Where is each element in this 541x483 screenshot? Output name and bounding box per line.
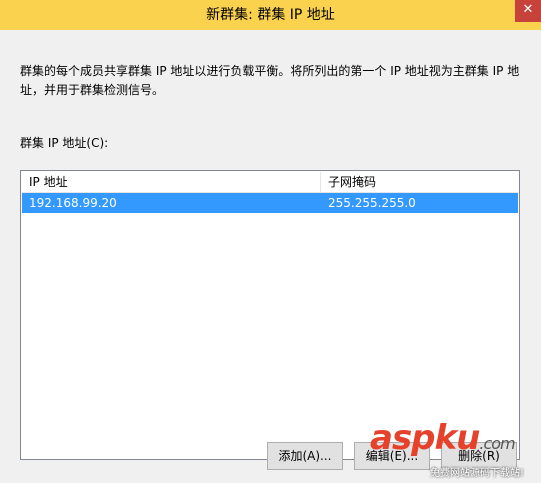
description-text: 群集的每个成员共享群集 IP 地址以进行负载平衡。将所列出的第一个 IP 地址视… — [20, 64, 520, 97]
column-header-mask[interactable]: 子网掩码 — [321, 172, 519, 192]
list-row[interactable]: 192.168.99.20 255.255.255.0 — [22, 193, 518, 213]
remove-button[interactable]: 删除(R) — [441, 442, 517, 470]
close-button[interactable]: ✕ — [515, 0, 541, 22]
cell-ip: 192.168.99.20 — [29, 196, 117, 210]
cell-mask: 255.255.255.0 — [328, 196, 416, 210]
dialog-content: 群集的每个成员共享群集 IP 地址以进行负载平衡。将所列出的第一个 IP 地址视… — [0, 30, 541, 483]
ip-list-label: 群集 IP 地址(C): — [20, 136, 109, 150]
ip-address-list[interactable]: IP 地址 子网掩码 192.168.99.20 255.255.255.0 — [20, 170, 520, 460]
add-button[interactable]: 添加(A)... — [267, 442, 343, 470]
window-title: 新群集: 群集 IP 地址 — [206, 7, 335, 23]
title-bar[interactable]: 新群集: 群集 IP 地址 ✕ — [0, 0, 541, 30]
dialog-window: 新群集: 群集 IP 地址 ✕ 群集的每个成员共享群集 IP 地址以进行负载平衡… — [0, 0, 541, 483]
list-header: IP 地址 子网掩码 — [22, 172, 518, 193]
edit-button[interactable]: 编辑(E)... — [354, 442, 430, 470]
column-header-ip[interactable]: IP 地址 — [22, 172, 321, 192]
close-icon: ✕ — [522, 2, 534, 17]
